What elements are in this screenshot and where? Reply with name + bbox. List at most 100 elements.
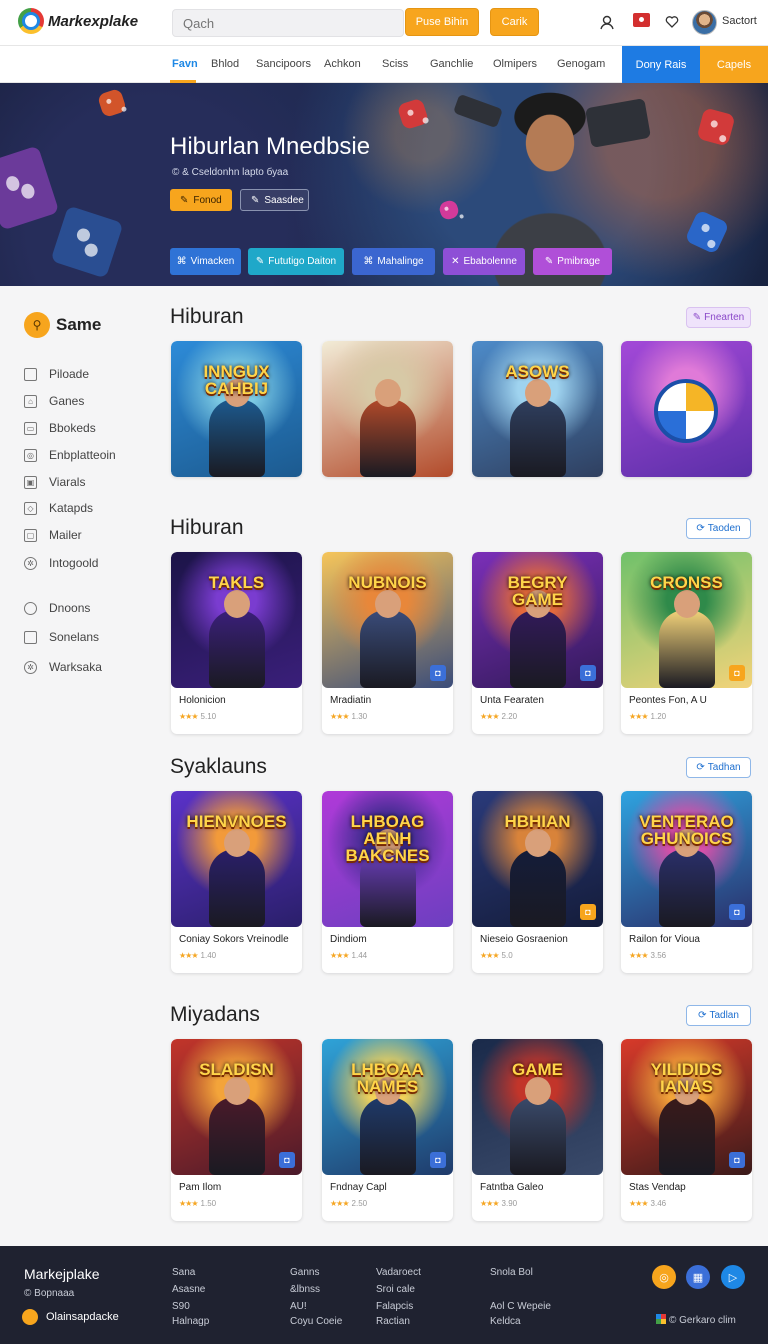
nav-cta-blue-button[interactable]: Dony Rais [622, 46, 700, 83]
game-card[interactable]: HIENVNOES Coniay Sokors Vreinodle ★★★ 1.40 [171, 791, 302, 973]
game-thumbnail[interactable]: ASOWS [472, 341, 603, 477]
sidebar-item-ganes[interactable]: ⌂ Ganes [24, 394, 84, 408]
footer-link[interactable]: S90 [172, 1301, 190, 1312]
top-header: Markexplake Puse Bihin Carik Sactort [0, 0, 768, 46]
sidebar-item-intogoold[interactable]: ✲ Intogoold [24, 556, 98, 570]
sidebar-item-piloade[interactable]: Piloade [24, 367, 89, 381]
game-card[interactable]: HBHIAN ◘ Nieseio Gosraenion ★★★ 5.0 [472, 791, 603, 973]
game-card[interactable]: CRONSS ◘ Peontes Fon, A U ★★★ 1.20 [621, 552, 752, 734]
sidebar-item-sonelans[interactable]: Sonelans [24, 630, 99, 644]
footer-link[interactable]: Halnagp [172, 1316, 209, 1327]
nav-item-ganchlie[interactable]: Ganchlie [430, 58, 473, 70]
game-card[interactable]: TAKLS Holonicion ★★★ 5.10 [171, 552, 302, 734]
sidebar-item-viarals[interactable]: ▣ Viarals [24, 475, 85, 489]
game-thumbnail[interactable]: HIENVNOES [171, 791, 302, 927]
nav-cta-orange-button[interactable]: Capels [700, 46, 768, 83]
heart-icon[interactable] [662, 12, 682, 32]
game-thumbnail[interactable]: BEGRY GAME ◘ [472, 552, 603, 688]
game-art-title: CRONSS [650, 573, 723, 592]
sidebar-item-enbplatteoin[interactable]: ◎ Enbplatteoin [24, 448, 116, 462]
instagram-icon[interactable]: ◎ [652, 1265, 676, 1289]
footer-link[interactable]: Falapcis [376, 1301, 413, 1312]
footer-link[interactable]: Keldca [490, 1316, 521, 1327]
footer-link[interactable]: Sroi cale [376, 1284, 415, 1295]
game-title: Railon for Vioua [629, 934, 700, 945]
footer-link[interactable]: Ganns [290, 1267, 319, 1278]
sidebar-item-bbokeds[interactable]: ▭ Bbokeds [24, 421, 96, 435]
game-thumbnail[interactable]: CRONSS ◘ [621, 552, 752, 688]
hero-share-button[interactable]: ✎ Saasdee [240, 189, 309, 211]
hero-chip-4[interactable]: ✎ Pmibrage [533, 248, 612, 275]
game-thumbnail[interactable]: LHBOAA NAMES ◘ [322, 1039, 453, 1175]
game-thumbnail[interactable]: GAME [472, 1039, 603, 1175]
section-see-all-button[interactable]: ✎ Fnearten [686, 307, 751, 328]
grid-icon[interactable]: ▦ [686, 1265, 710, 1289]
footer-link[interactable]: Coyu Coeie [290, 1316, 342, 1327]
footer-app-link[interactable]: Olainsapdacke [22, 1309, 119, 1325]
game-thumbnail[interactable] [621, 341, 752, 477]
nav-item-genogam[interactable]: Genogam [557, 58, 605, 70]
hero-chip-2[interactable]: ⌘ Mahalinge [352, 248, 435, 275]
game-thumbnail[interactable]: TAKLS [171, 552, 302, 688]
sidebar-item-dnoons[interactable]: Dnoons [24, 601, 90, 615]
footer-link[interactable]: Vadaroect [376, 1267, 421, 1278]
game-card[interactable]: SLADISN ◘ Pam Ilom ★★★ 1.50 [171, 1039, 302, 1221]
nav-item-bhlod[interactable]: Bhlod [211, 58, 239, 70]
game-thumbnail[interactable]: HBHIAN ◘ [472, 791, 603, 927]
game-thumbnail[interactable]: VENTERAO GHUNOICS ◘ [621, 791, 752, 927]
game-card[interactable]: YILIDIDS IANAS ◘ Stas Vendap ★★★ 3.46 [621, 1039, 752, 1221]
secondary-button[interactable]: Carik [490, 8, 539, 36]
game-card[interactable]: ASOWS [472, 341, 603, 477]
game-card[interactable]: GAME Fatntba Galeo ★★★ 3.90 [472, 1039, 603, 1221]
hero-play-button[interactable]: ✎ Fonod [170, 189, 232, 211]
search-input[interactable] [172, 9, 404, 37]
hero-chip-1[interactable]: ✎ Fututigo Daiton [248, 248, 344, 275]
game-card[interactable]: VENTERAO GHUNOICS ◘ Railon for Vioua ★★★ 3.5… [621, 791, 752, 973]
game-card[interactable] [322, 341, 453, 477]
game-card[interactable]: INNGUX CAHBIJ [171, 341, 302, 477]
game-title: Stas Vendap [629, 1182, 686, 1193]
game-card[interactable]: NUBNOIS ◘ Mradiatin ★★★ 1.30 [322, 552, 453, 734]
footer-link[interactable]: Aol C Wepeie [490, 1301, 551, 1312]
game-thumbnail[interactable]: YILIDIDS IANAS ◘ [621, 1039, 752, 1175]
game-character-illustration [659, 590, 715, 688]
game-thumbnail[interactable]: NUBNOIS ◘ [322, 552, 453, 688]
flag-icon[interactable] [633, 13, 650, 27]
game-thumbnail[interactable] [322, 341, 453, 477]
footer-link[interactable]: Snola Bol [490, 1267, 533, 1278]
sidebar-item-mailer[interactable]: ▢ Mailer [24, 528, 82, 542]
game-thumbnail[interactable]: INNGUX CAHBIJ [171, 341, 302, 477]
user-avatar[interactable] [692, 10, 717, 35]
section-see-all-button[interactable]: ⟳ Tadlan [686, 1005, 751, 1026]
footer-link[interactable]: AU! [290, 1301, 307, 1312]
footer-link[interactable]: Ractian [376, 1316, 410, 1327]
section-see-all-button[interactable]: ⟳ Tadhan [686, 757, 751, 778]
footer-link[interactable]: Sana [172, 1267, 195, 1278]
footer-link[interactable]: Asasne [172, 1284, 205, 1295]
nav-item-sancipoors[interactable]: Sancipoors [256, 58, 311, 70]
section-see-all-button[interactable]: ⟳ Taoden [686, 518, 751, 539]
sidebar-item-warksaka[interactable]: ✲ Warksaka [24, 660, 102, 674]
logo[interactable]: Markexplake [18, 8, 138, 34]
nav-item-sciss[interactable]: Sciss [382, 58, 408, 70]
footer-link[interactable]: &lbnss [290, 1284, 320, 1295]
game-title: Mradiatin [330, 695, 372, 706]
play-icon[interactable]: ▷ [721, 1265, 745, 1289]
sidebar-heading[interactable]: ⚲ Same [24, 312, 101, 338]
game-thumbnail[interactable]: SLADISN ◘ [171, 1039, 302, 1175]
game-card[interactable] [621, 341, 752, 477]
user-name[interactable]: Sactort [722, 15, 757, 27]
nav-item-olmipers[interactable]: Olmipers [493, 58, 537, 70]
nav-item-favn[interactable]: Favn [172, 58, 198, 70]
game-card[interactable]: LHBOAG AENH BAKCNES Dindiom ★★★ 1.44 [322, 791, 453, 973]
game-card[interactable]: BEGRY GAME ◘ Unta Fearaten ★★★ 2.20 [472, 552, 603, 734]
hero-chip-3[interactable]: ✕ Ebabolenne [443, 248, 525, 275]
person-icon[interactable] [597, 12, 617, 32]
primary-button[interactable]: Puse Bihin [405, 8, 479, 36]
footer-brand: Markejplake [24, 1266, 100, 1282]
hero-chip-0[interactable]: ⌘ Vimacken [170, 248, 241, 275]
game-card[interactable]: LHBOAA NAMES ◘ Fndnay Capl ★★★ 2.50 [322, 1039, 453, 1221]
game-thumbnail[interactable]: LHBOAG AENH BAKCNES [322, 791, 453, 927]
sidebar-item-katapds[interactable]: ◇ Katapds [24, 501, 93, 515]
nav-item-achkon[interactable]: Achkon [324, 58, 361, 70]
